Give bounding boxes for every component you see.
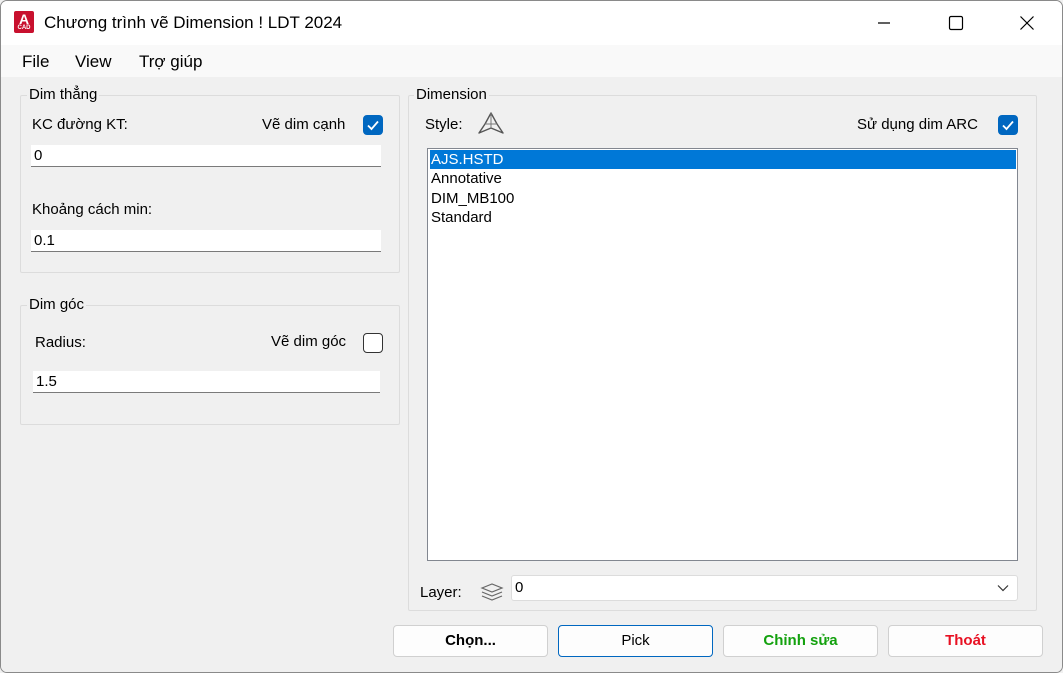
dimension-title: Dimension [414, 86, 489, 104]
autocad-app-icon: A CAD [14, 11, 34, 33]
menu-help[interactable]: Trợ giúp [139, 52, 202, 72]
dimstyle-icon [476, 110, 506, 143]
dim-goc-title: Dim góc [27, 296, 87, 314]
list-item-dim-mb100[interactable]: DIM_MB100 [430, 189, 1016, 208]
dim-style-listbox[interactable]: AJS.HSTD Annotative DIM_MB100 Standard [427, 148, 1018, 561]
close-icon [1020, 16, 1034, 30]
list-item-standard[interactable]: Standard [430, 208, 1016, 227]
su-dung-dim-arc-label: Sử dụng dim ARC [857, 116, 978, 133]
dim-thang-title: Dim thẳng [27, 86, 100, 104]
style-label: Style: [425, 116, 463, 133]
chevron-down-icon [997, 585, 1009, 592]
main-window: A CAD Chương trình vẽ Dimension ! LDT 20… [0, 0, 1063, 673]
su-dung-dim-arc-checkbox[interactable] [998, 115, 1018, 135]
ve-dim-canh-checkbox[interactable] [363, 115, 383, 135]
window-title: Chương trình vẽ Dimension ! LDT 2024 [44, 13, 343, 32]
kc-duong-kt-input[interactable]: 0 [31, 145, 381, 167]
list-item-ajs-hstd[interactable]: AJS.HSTD [430, 150, 1016, 169]
dim-goc-group [20, 305, 400, 425]
minimize-button[interactable] [848, 1, 920, 45]
menu-file[interactable]: File [22, 52, 49, 72]
dialog-client: Dim thẳng KC đường KT: Vẽ dim cạnh 0 Kho… [1, 77, 1062, 672]
radius-label: Radius: [35, 334, 86, 351]
minimize-icon [878, 22, 890, 24]
thoat-button[interactable]: Thoát [888, 625, 1043, 657]
ve-dim-goc-label: Vẽ dim góc [271, 333, 347, 350]
pick-button[interactable]: Pick [558, 625, 713, 657]
close-button[interactable] [991, 1, 1062, 45]
layer-label: Layer: [420, 584, 462, 601]
maximize-button[interactable] [920, 1, 992, 45]
kc-duong-kt-label: KC đường KT: [32, 116, 128, 133]
menu-view[interactable]: View [75, 52, 112, 72]
title-bar: A CAD Chương trình vẽ Dimension ! LDT 20… [1, 1, 1062, 45]
layers-icon [479, 580, 505, 609]
checkmark-icon [1002, 120, 1014, 131]
chinh-sua-button[interactable]: Chỉnh sửa [723, 625, 878, 657]
radius-input[interactable]: 1.5 [33, 371, 380, 393]
ve-dim-canh-label: Vẽ dim cạnh [262, 116, 346, 133]
maximize-icon [948, 15, 964, 31]
ve-dim-goc-checkbox[interactable] [363, 333, 383, 353]
khoang-cach-min-label: Khoảng cách min: [32, 201, 153, 218]
checkmark-icon [367, 120, 379, 131]
chon-button[interactable]: Chọn... [393, 625, 548, 657]
list-item-annotative[interactable]: Annotative [430, 169, 1016, 188]
app-icon-sub: CAD [17, 25, 31, 31]
khoang-cach-min-input[interactable]: 0.1 [31, 230, 381, 252]
menu-bar: File View Trợ giúp [1, 45, 1062, 77]
layer-combobox[interactable]: 0 [511, 575, 1018, 601]
layer-value: 0 [515, 579, 524, 596]
